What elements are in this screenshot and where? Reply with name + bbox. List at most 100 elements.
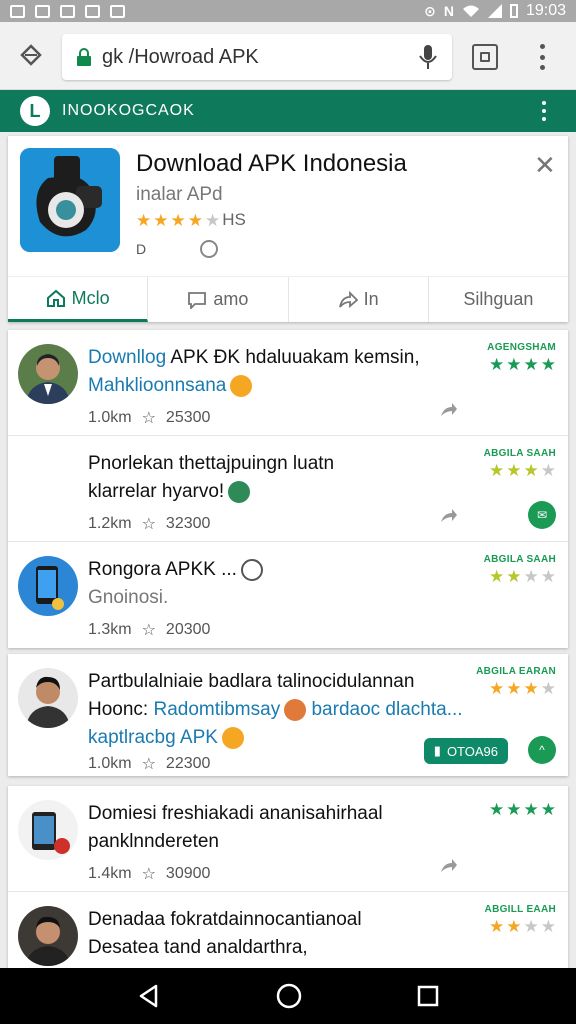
app-icon <box>20 148 120 252</box>
app-meta: D <box>136 240 219 258</box>
item-subtitle: Mahklioonnsana <box>88 372 468 400</box>
app-title: Download APK Indonesia <box>136 150 407 177</box>
avatar[interactable] <box>18 556 78 616</box>
thumb-icon: ▮ <box>433 743 441 758</box>
item-title: Domiesi freshiakadi ananisahirhaal <box>88 803 383 824</box>
item-subtitle: Desatea tand analdarthra, <box>88 937 308 958</box>
list-item[interactable]: Denadaa fokratdainnocantianoal Desatea t… <box>8 892 568 968</box>
system-nav-bar <box>0 968 576 1024</box>
notification-icon <box>60 4 75 18</box>
emoji-icon <box>221 726 244 749</box>
avatar[interactable] <box>18 344 78 404</box>
tab-label: Silhguan <box>463 289 534 309</box>
notification-icon <box>85 4 100 18</box>
tab-similar[interactable]: Silhguan <box>429 277 568 322</box>
star-outline-icon: ☆ <box>141 866 156 883</box>
close-icon[interactable]: ✕ <box>534 152 556 178</box>
app-header-card: Download APK Indonesia inalar APd ★ ★ ★ … <box>8 136 568 322</box>
item-title: Partbulalniaie badlara talinocidulannan <box>88 671 415 692</box>
clock: 19:03 <box>525 2 566 19</box>
alarm-icon: ⊙ <box>424 2 436 19</box>
item-title: Denadaa fokratdainnocantianoal <box>88 909 362 930</box>
star-outline-icon: ☆ <box>141 622 156 639</box>
star-outline-icon: ☆ <box>141 756 156 773</box>
home-button-icon[interactable] <box>275 982 303 1010</box>
site-menu-button[interactable] <box>542 101 546 121</box>
recents-icon[interactable] <box>416 984 440 1008</box>
rating-badge: ABGILA SAAH ★ ★ ★ ★ <box>483 554 556 586</box>
tab-share[interactable]: In <box>289 277 429 322</box>
tab-home[interactable]: Mclo <box>8 277 149 322</box>
emoji-icon <box>228 480 251 503</box>
item-title: Pnorlekan thettajpuingn luatn <box>88 453 335 474</box>
star-outline-icon: ☆ <box>141 410 156 427</box>
signal-icon <box>487 4 502 18</box>
chat-button[interactable]: ✉ <box>528 501 556 529</box>
app-tabs: Mclo amo In Silhguan <box>8 276 568 322</box>
rating-badge: ABGILL EAAH ★ ★ ★ ★ <box>484 904 556 936</box>
mic-icon[interactable] <box>418 44 438 70</box>
network-label: N <box>443 3 454 19</box>
notification-icon <box>10 4 25 18</box>
share-icon[interactable] <box>440 859 458 873</box>
tab-comments[interactable]: amo <box>148 277 289 322</box>
item-subtitle: klarrelar hyarvo! <box>88 478 468 506</box>
site-header: L INOOKOGCAOK <box>0 90 576 132</box>
browser-menu-button[interactable] <box>540 44 546 70</box>
star-icon: ★ <box>205 210 221 230</box>
post-list: Downllog APK ĐK hdaluuakam kemsin, Mahkl… <box>8 330 568 648</box>
star-icon: ★ <box>153 210 169 230</box>
rating-badge: ★ ★ ★ ★ <box>489 800 556 819</box>
more-button[interactable]: ^ <box>528 736 556 764</box>
avatar[interactable] <box>18 906 78 966</box>
share-icon[interactable] <box>440 509 458 523</box>
site-logo[interactable]: L <box>20 96 50 126</box>
avatar[interactable] <box>18 668 78 728</box>
lock-icon <box>77 48 91 66</box>
item-line3: kaptlracbg APK <box>88 724 468 752</box>
app-developer[interactable]: inalar APd <box>136 184 223 206</box>
back-icon[interactable] <box>136 983 162 1009</box>
tab-label: In <box>363 289 379 309</box>
item-subtitle: Gnoinosi. <box>88 587 169 608</box>
star-icon: ★ <box>170 210 186 230</box>
tab-label: amo <box>213 289 249 309</box>
browser-toolbar: gk /Howroad APK <box>0 22 576 90</box>
emoji-icon <box>230 374 253 397</box>
notification-icon <box>110 4 125 18</box>
avatar[interactable] <box>18 800 78 860</box>
post-list: Partbulalniaie badlara talinocidulannan … <box>8 654 568 776</box>
star-icon: ★ <box>136 210 152 230</box>
tab-label: Mclo <box>71 287 110 308</box>
item-meta: 1.2km ☆ 32300 <box>88 515 211 533</box>
home-icon[interactable] <box>20 44 42 66</box>
list-item[interactable]: Pnorlekan thettajpuingn luatn klarrelar … <box>8 436 568 542</box>
tab-switcher-button[interactable] <box>472 44 498 70</box>
wifi-icon <box>462 5 479 17</box>
list-item[interactable]: Domiesi freshiakadi ananisahirhaal pankl… <box>8 786 568 892</box>
post-list: Domiesi freshiakadi ananisahirhaal pankl… <box>8 786 568 968</box>
star-icon: ★ <box>187 210 203 230</box>
emoji-icon <box>284 698 307 721</box>
download-count-button[interactable]: ▮ OTOA96 <box>423 738 508 764</box>
item-meta: 1.3km ☆ 20300 <box>88 621 211 639</box>
list-item[interactable]: Partbulalniaie badlara talinocidulannan … <box>8 654 568 776</box>
url-text[interactable]: gk /Howroad APK <box>102 46 259 69</box>
share-icon[interactable] <box>440 403 458 417</box>
star-outline-icon: ☆ <box>141 516 156 533</box>
battery-icon <box>509 4 518 18</box>
address-bar[interactable]: gk /Howroad APK <box>62 34 452 80</box>
list-item[interactable]: Downllog APK ĐK hdaluuakam kemsin, Mahkl… <box>8 330 568 436</box>
item-title: Rongora APKK ... <box>88 556 468 584</box>
site-title: INOOKOGCAOK <box>62 102 195 119</box>
list-item[interactable]: Rongora APKK ... Gnoinosi. 1.3km ☆ 20300… <box>8 542 568 648</box>
share-icon <box>338 290 358 308</box>
rating-badge: ABGILA EARAN ★ ★ ★ ★ <box>476 666 556 698</box>
info-icon[interactable] <box>200 240 219 258</box>
item-meta: 1.0km ☆ 25300 <box>88 409 211 427</box>
item-subtitle: Hoonc: Radomtibmsay bardaoc dlachta... <box>88 698 463 721</box>
item-meta: 1.0km ☆ 22300 <box>88 755 211 773</box>
notification-icons <box>10 4 125 18</box>
item-title: Downllog APK ĐK hdaluuakam kemsin, <box>88 347 420 368</box>
rating-text: HS <box>222 210 246 229</box>
